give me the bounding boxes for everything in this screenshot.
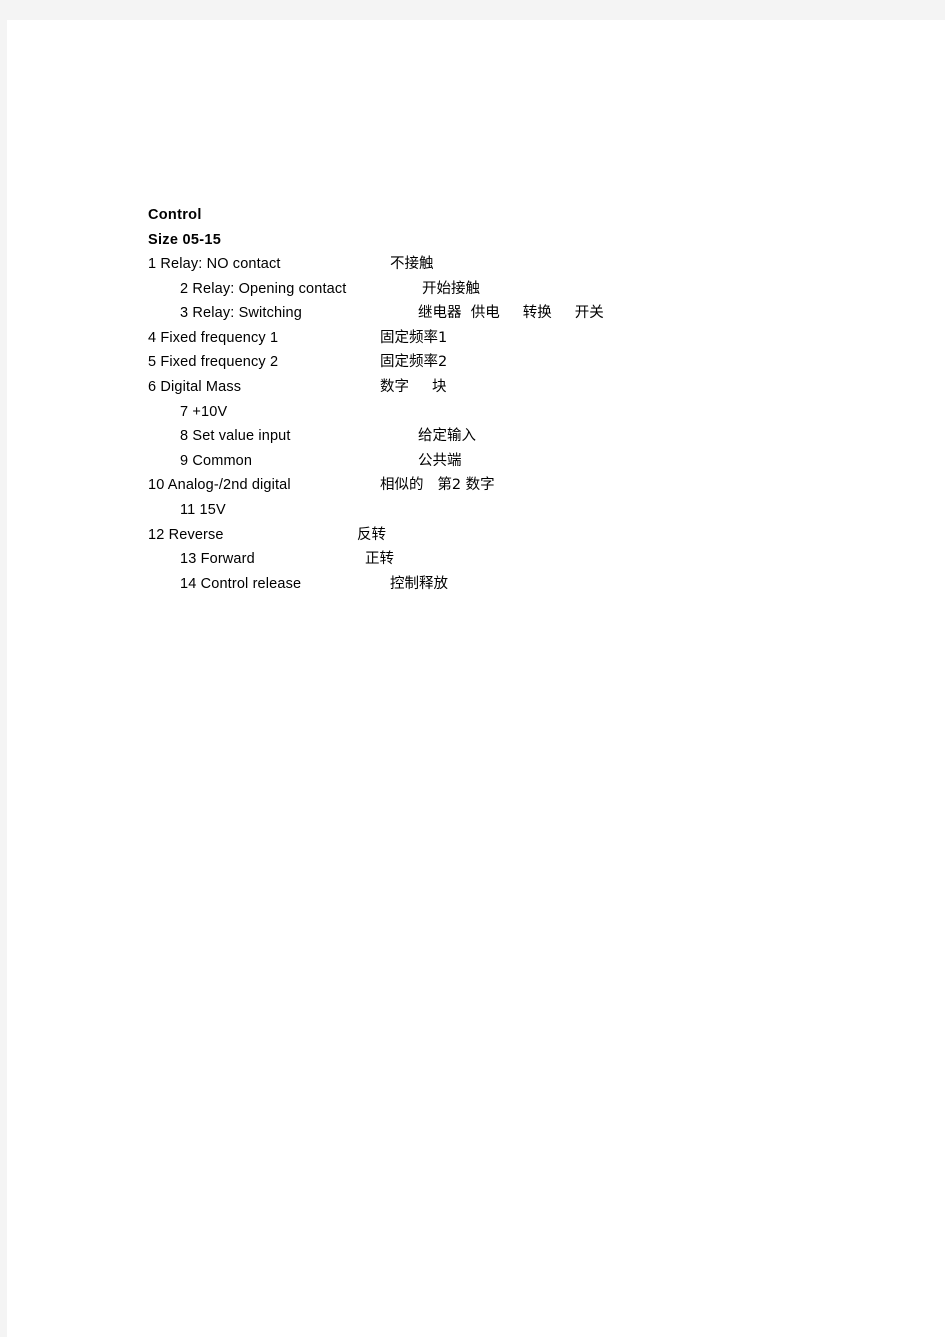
terminal-label-en: 7 +10V: [180, 403, 228, 420]
terminal-label-zh: 正转: [365, 551, 394, 568]
terminal-label-zh: 公共端: [418, 452, 462, 469]
terminal-label-zh: 反转: [357, 526, 386, 543]
terminal-label-zh: 控制释放: [390, 575, 448, 592]
terminal-label-en: 6 Digital Mass: [148, 378, 242, 395]
terminal-label-zh: 相似的 第2 数字: [380, 477, 495, 494]
terminal-row: 5 Fixed frequency 2 固定频率2: [148, 350, 908, 375]
terminal-row: 3 Relay: Switching 继电器 供电 转换 开关: [148, 301, 908, 326]
terminal-label-zh: 继电器 供电 转换 开关: [418, 305, 604, 322]
terminal-row: 12 Reverse 反转: [148, 523, 908, 548]
document-body: Control Size 05-15 1 Relay: NO contact 不接…: [148, 203, 908, 596]
terminal-label-zh: 固定频率2: [380, 354, 448, 371]
terminal-label-en: 8 Set value input: [180, 428, 291, 445]
terminal-row: 4 Fixed frequency 1 固定频率1: [148, 326, 908, 351]
terminal-row: 1 Relay: NO contact 不接触: [148, 252, 908, 277]
terminal-row: 14 Control release 控制释放: [148, 572, 908, 597]
terminal-label-zh: 固定频率1: [380, 329, 448, 346]
terminal-label-zh: 开始接触: [422, 280, 480, 297]
terminal-list: 1 Relay: NO contact 不接触 2 Relay: Opening c…: [148, 252, 908, 596]
terminal-label-en: 3 Relay: Switching: [180, 305, 302, 322]
terminal-row: 11 15V: [148, 498, 908, 523]
terminal-row: 13 Forward 正转: [148, 547, 908, 572]
terminal-row: 8 Set value input 给定输入: [148, 424, 908, 449]
terminal-label-zh: 不接触: [390, 256, 434, 272]
page-subtitle: Size 05-15: [148, 231, 222, 248]
terminal-row: 6 Digital Mass 数字 块: [148, 375, 908, 400]
document-page: Control Size 05-15 1 Relay: NO contact 不接…: [7, 20, 945, 1337]
terminal-label-en: 1 Relay: NO contact: [148, 256, 281, 272]
terminal-label-en: 14 Control release: [180, 575, 302, 592]
terminal-row: 2 Relay: Opening contact 开始接触: [148, 277, 908, 302]
terminal-label-en: 2 Relay: Opening contact: [180, 280, 347, 297]
terminal-row: 9 Common 公共端: [148, 449, 908, 474]
terminal-label-en: 5 Fixed frequency 2: [148, 354, 279, 371]
terminal-row: 10 Analog-/2nd digital 相似的 第2 数字: [148, 473, 908, 498]
terminal-label-en: 9 Common: [180, 452, 253, 469]
terminal-label-en: 12 Reverse: [148, 526, 224, 543]
terminal-label-en: 4 Fixed frequency 1: [148, 329, 279, 346]
terminal-label-zh: 数字 块: [380, 378, 447, 395]
terminal-label-en: 13 Forward: [180, 551, 255, 568]
terminal-label-en: 11 15V: [180, 501, 226, 518]
terminal-row: 7 +10V: [148, 400, 908, 425]
terminal-label-en: 10 Analog-/2nd digital: [148, 477, 291, 494]
page-title: Control: [148, 207, 202, 223]
terminal-label-zh: 给定输入: [418, 428, 476, 445]
